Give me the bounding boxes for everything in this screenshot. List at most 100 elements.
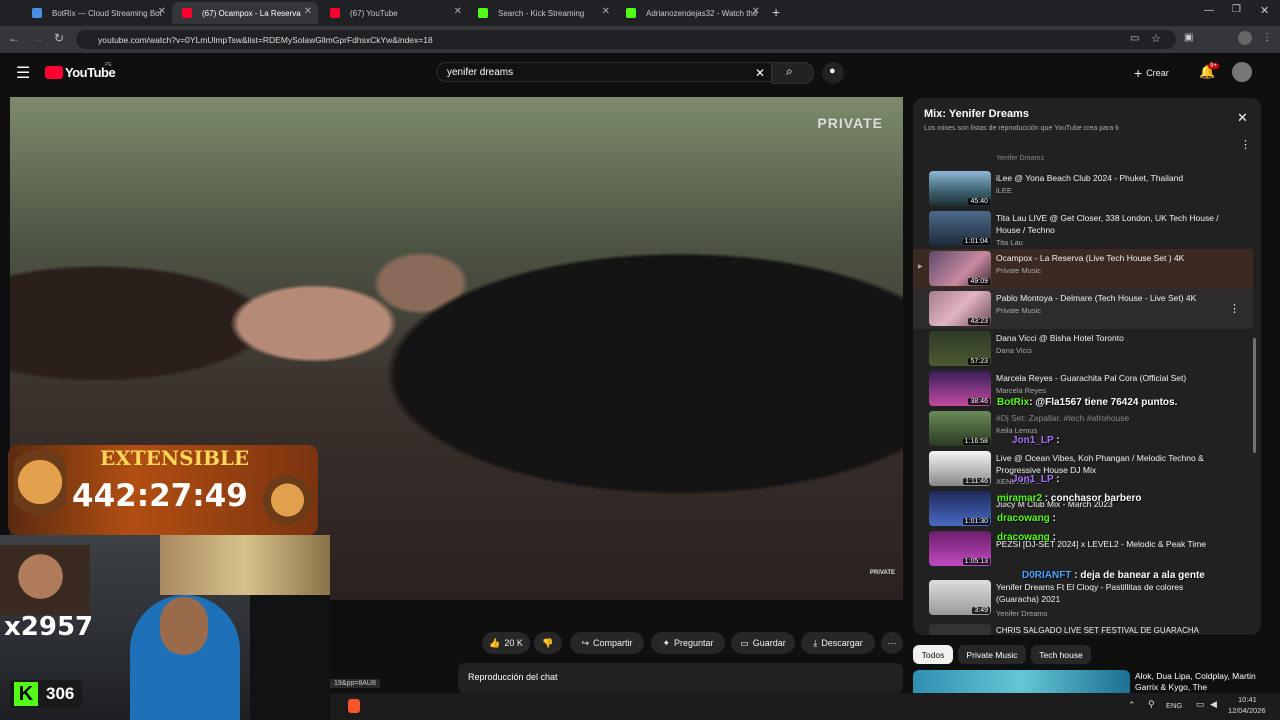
minimize-icon[interactable]: — (1204, 5, 1214, 16)
region-code: PE (105, 62, 112, 68)
create-label: Crear (1146, 68, 1169, 78)
playlist-item[interactable]: CHRIS SALGADO LIVE SET FESTIVAL DE GUARA… (913, 622, 1253, 635)
tray-app-icon[interactable]: ⚲ (1148, 699, 1155, 710)
url-field[interactable]: youtube.com/watch?v=0YLmUlmpTsw&list=RDE… (76, 30, 1176, 49)
item-title: #Dj Set: Zapallar. #tech #afrohouse (996, 413, 1130, 423)
more-dots-icon: ⋯ (887, 637, 897, 648)
playlist-item[interactable]: 43:23 Pablo Montoya - Delmare (Tech Hous… (913, 289, 1253, 329)
save-button[interactable]: ▭ Guardar (731, 632, 795, 654)
reload-icon[interactable]: ↻ (54, 31, 64, 45)
back-icon[interactable]: ← (8, 31, 20, 45)
playlist-scrollbar[interactable] (1253, 338, 1256, 453)
chip-all[interactable]: Todos (913, 645, 953, 664)
dislike-button[interactable]: 👎 (534, 632, 562, 654)
like-count: 20 K (504, 638, 523, 648)
chat-username: D0RIANFT (1022, 570, 1072, 581)
create-button[interactable]: + Crear (1134, 63, 1184, 83)
search-input[interactable]: yenifer dreams ✕ (436, 62, 772, 82)
playlist-item[interactable]: 1:05:13 PEZSI [DJ-SET 2024] x LEVEL2 - M… (913, 529, 1253, 569)
channel-watermark-small: PRIVATE (869, 570, 895, 576)
close-tab-icon[interactable]: ✕ (752, 6, 760, 17)
recommendation-title[interactable]: Alok, Dua Lipa, Coldplay, Martin Garrix … (1135, 671, 1265, 693)
share-button[interactable]: ↪ Compartir (570, 632, 644, 654)
item-menu-icon[interactable]: ⋮ (1229, 302, 1240, 315)
mascot-left-icon (14, 450, 66, 530)
extensible-title: EXTENSIBLE (100, 446, 250, 470)
brave-browser-icon[interactable] (348, 699, 360, 713)
input-language[interactable]: ENG (1166, 701, 1182, 710)
shelf-decoration (160, 535, 330, 595)
clear-search-icon[interactable]: ✕ (755, 63, 765, 83)
youtube-logo-icon[interactable] (45, 66, 63, 79)
microphone-icon: ● (829, 65, 836, 77)
clock-time[interactable]: 10:41 (1238, 695, 1257, 704)
clock-date[interactable]: 12/04/2026 (1228, 706, 1266, 715)
item-channel: Keila Lemus (996, 426, 1038, 435)
voice-search-button[interactable]: ● (822, 62, 844, 84)
item-channel: Private Music (996, 306, 1042, 315)
duration: 38:46 (968, 398, 990, 405)
playlist-item-current[interactable]: ▶ 49:09 Ocampox - La Reserva (Live Tech … (913, 249, 1253, 289)
close-playlist-icon[interactable]: ✕ (1237, 110, 1248, 126)
network-icon[interactable]: ▭ (1196, 699, 1205, 710)
url-text: youtube.com/watch?v=0YLmUlmpTsw&list=RDE… (98, 34, 433, 45)
tab-youtube[interactable]: (67) YouTube ✕ (320, 2, 468, 24)
chip-tech-house[interactable]: Tech house (1031, 645, 1091, 664)
chat-message: dracowang : (997, 513, 1056, 524)
close-tab-icon[interactable]: ✕ (304, 6, 312, 17)
ask-button[interactable]: ✦ Preguntar (651, 632, 725, 654)
download-button[interactable]: ⤓ Descargar (801, 632, 875, 654)
close-tab-icon[interactable]: ✕ (602, 6, 610, 17)
tray-chevron-icon[interactable]: ⌃ (1128, 700, 1136, 711)
tab-ocampox[interactable]: (67) Ocampox - La Reserva ✕ (172, 2, 318, 24)
profile-icon[interactable] (1238, 31, 1252, 45)
video-thumbnail: 49:09 (929, 251, 991, 286)
playlist-item[interactable]: 45:40 iLee @ Yona Beach Club 2024 - Phuk… (913, 169, 1253, 209)
extensions-icon[interactable]: ▣ (1184, 32, 1193, 43)
video-thumbnail: 38:46 (929, 371, 991, 406)
bookmark-star-icon[interactable]: ☆ (1151, 32, 1161, 45)
volume-icon[interactable]: ◀ (1210, 699, 1217, 710)
chip-private-music[interactable]: Private Music (958, 645, 1026, 664)
playlist-item[interactable]: 1:16:58 #Dj Set: Zapallar. #tech #afroho… (913, 409, 1253, 449)
tab-botrix[interactable]: BotRix — Cloud Streaming Bot ✕ (22, 2, 172, 24)
chat-replay-bar[interactable]: Reproducción del chat (458, 663, 903, 693)
menu-dots-icon[interactable]: ⋮ (1262, 32, 1272, 43)
account-avatar[interactable] (1232, 62, 1252, 82)
hamburger-menu-icon[interactable]: ☰ (16, 63, 30, 83)
item-title: CHRIS SALGADO LIVE SET FESTIVAL DE GUARA… (996, 626, 1200, 635)
forward-icon[interactable]: → (32, 31, 44, 45)
maximize-icon[interactable]: ❐ (1232, 4, 1241, 15)
playlist-item[interactable]: 3:49 Yenifer Dreams Ft El Cloqy - Pastil… (913, 578, 1253, 618)
playlist-menu-icon[interactable]: ⋮ (1240, 138, 1251, 151)
recommendation-thumbnail[interactable] (913, 670, 1130, 693)
duration: 45:40 (968, 198, 990, 205)
duration: 1:16:58 (962, 438, 990, 445)
tab-label: BotRix — Cloud Streaming Bot (52, 8, 162, 18)
like-button[interactable]: 👍 20 K (482, 632, 530, 654)
more-actions-button[interactable]: ⋯ (881, 632, 903, 654)
sparkle-icon: ✦ (662, 637, 670, 648)
chat-text: : (1053, 435, 1060, 446)
chat-text: : (1053, 474, 1060, 485)
close-window-icon[interactable]: ✕ (1260, 4, 1269, 17)
playlist-item[interactable]: 57:23 Dana Vicci @ Bisha Hotel Toronto D… (913, 329, 1253, 369)
search-button[interactable]: ⌕ (772, 62, 814, 84)
close-tab-icon[interactable]: ✕ (158, 6, 166, 17)
tab-kick-watch[interactable]: Adrianozendejas32 - Watch the ✕ (616, 2, 766, 24)
cast-icon[interactable]: ▭ (1130, 33, 1139, 44)
face-cam-inset (0, 545, 90, 615)
streamer-head (160, 597, 208, 655)
playlist-item[interactable]: 1:01:04 Tita Lau LIVE @ Get Closer, 338 … (913, 209, 1253, 249)
item-title: Yenifer Dreams Ft El Cloqy - Pastillitas… (996, 582, 1184, 604)
video-thumbnail (929, 624, 991, 635)
tab-kick-search[interactable]: Search - Kick Streaming ✕ (468, 2, 616, 24)
chat-text: : conchasor barbero (1042, 493, 1142, 504)
youtube-favicon-icon (330, 8, 340, 18)
close-tab-icon[interactable]: ✕ (454, 6, 462, 17)
share-icon: ↪ (581, 637, 590, 648)
new-tab-button[interactable]: + (772, 4, 780, 20)
chat-username: Jon1_LP (1012, 435, 1054, 446)
address-bar-row: ← → ↻ youtube.com/watch?v=0YLmUlmpTsw&li… (0, 26, 1280, 53)
playlist-item[interactable]: 1:11:46 Live @ Ocean Vibes, Koh Phangan … (913, 449, 1253, 489)
